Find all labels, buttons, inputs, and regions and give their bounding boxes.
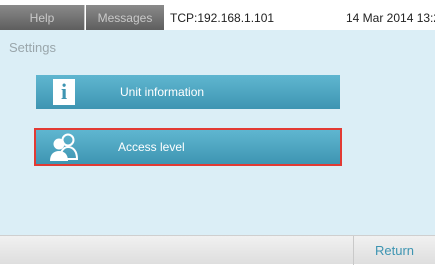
connection-status: TCP:192.168.1.101 <box>170 10 275 25</box>
access-level-button[interactable]: Access level <box>34 128 342 166</box>
unit-information-label: Unit information <box>120 85 205 99</box>
info-icon: i <box>36 75 92 109</box>
return-button[interactable]: Return <box>354 236 435 264</box>
access-level-label: Access level <box>118 140 185 154</box>
tab-help[interactable]: Help <box>0 5 85 30</box>
footer-bar: Return <box>0 235 435 265</box>
top-bar: Help Messages TCP:192.168.1.101 14 Mar 2… <box>0 0 435 30</box>
settings-panel: Settings i Unit information Access level <box>0 30 435 235</box>
page-title: Settings <box>9 40 56 55</box>
date-time: 14 Mar 2014 13:27 <box>346 10 435 25</box>
users-icon <box>36 130 92 164</box>
tab-messages[interactable]: Messages <box>86 5 164 30</box>
unit-information-button[interactable]: i Unit information <box>36 75 340 109</box>
